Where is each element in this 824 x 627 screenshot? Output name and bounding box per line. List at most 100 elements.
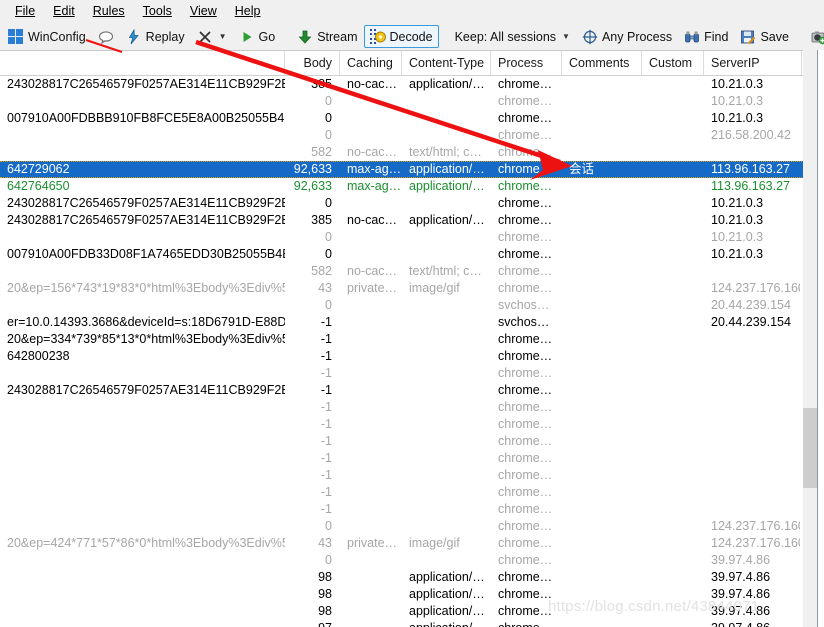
cell-body: 0 xyxy=(325,196,332,210)
cell-server_ip: 216.58.200.42 xyxy=(711,128,791,142)
menu-item-help-label: Help xyxy=(234,4,261,18)
cell-process: chrome… xyxy=(498,213,553,227)
remove-button[interactable]: ▼ xyxy=(191,25,233,48)
table-row[interactable]: 0 chrome… 216.58.200.42 xyxy=(0,127,824,144)
cell-server_ip: 39.97.4.86 xyxy=(711,587,771,601)
menu-item-tools[interactable]: Tools xyxy=(134,1,181,21)
cell-body: 385 xyxy=(311,77,332,91)
column-header-custom[interactable]: Custom xyxy=(642,51,704,75)
column-header-comments[interactable]: Comments xyxy=(562,51,642,75)
stream-button[interactable]: Stream xyxy=(291,25,363,48)
cell-process: chrome… xyxy=(498,519,553,533)
cell-content_type: application/… xyxy=(409,604,485,618)
camera-add-icon xyxy=(811,29,824,45)
cell-process: chrome… xyxy=(498,111,553,125)
table-row[interactable]: -1 chrome… xyxy=(0,433,824,450)
menu-item-edit[interactable]: Edit xyxy=(44,1,84,21)
keep-sessions-dropdown[interactable]: Keep: All sessions ▼ xyxy=(449,25,576,48)
table-row[interactable]: -1 chrome… xyxy=(0,416,824,433)
cell-url: 20&ep=334*739*85*13*0*html%3Ebody%3Ediv%… xyxy=(7,332,285,346)
table-row[interactable]: 642800238 -1 chrome… xyxy=(0,348,824,365)
table-row[interactable]: 642764650 92,633 max-ag… application/… chrom… xyxy=(0,178,824,195)
table-row[interactable]: 0 chrome… 10.21.0.3 xyxy=(0,93,824,110)
binoculars-icon xyxy=(684,29,700,45)
cell-body: 0 xyxy=(325,128,332,142)
cell-server_ip: 124.237.176.160 xyxy=(711,281,800,295)
cell-url: 007910A00FDBBB910FB8FCE5E8A00B25055B4BDE… xyxy=(7,111,285,125)
column-header-body[interactable]: Body xyxy=(285,51,340,75)
table-row[interactable]: 243028817C26546579F0257AE314E11CB929F2BC… xyxy=(0,76,824,93)
table-row[interactable]: 582 no-cac… text/html; c… chrome… xyxy=(0,263,824,280)
table-row[interactable]: 0 chrome… 39.97.4.86 xyxy=(0,552,824,569)
decode-button[interactable]: Decode xyxy=(363,25,439,48)
comment-button[interactable] xyxy=(92,25,120,48)
any-process-button[interactable]: Any Process xyxy=(576,25,678,48)
table-row[interactable]: -1 chrome… xyxy=(0,450,824,467)
table-row[interactable]: -1 chrome… xyxy=(0,484,824,501)
table-row[interactable]: 642729062 92,633 max-ag… application/… chrom… xyxy=(0,161,824,178)
cell-caching: max-ag… xyxy=(347,179,402,193)
menu-item-file[interactable]: File xyxy=(6,1,44,21)
cell-url: 243028817C26546579F0257AE314E11CB929F2BC… xyxy=(7,383,285,397)
column-header-url[interactable] xyxy=(0,51,285,75)
table-row[interactable]: er=10.0.14393.3686&deviceId=s:18D6791D-E… xyxy=(0,314,824,331)
cell-body: 43 xyxy=(318,536,332,550)
table-row[interactable]: 582 no-cac… text/html; c… chrome… xyxy=(0,144,824,161)
table-row[interactable]: -1 chrome… xyxy=(0,501,824,518)
table-row[interactable]: 0 chrome… 10.21.0.3 xyxy=(0,229,824,246)
column-header-serverip[interactable]: ServerIP xyxy=(704,51,800,75)
menu-item-view[interactable]: View xyxy=(181,1,226,21)
cell-process: svchos… xyxy=(498,298,550,312)
cell-content_type: image/gif xyxy=(409,281,460,295)
table-row[interactable]: -1 chrome… xyxy=(0,467,824,484)
table-row[interactable]: 007910A00FDBBB910FB8FCE5E8A00B25055B4BDE… xyxy=(0,110,824,127)
cell-body: 0 xyxy=(325,247,332,261)
table-row[interactable]: 20&ep=334*739*85*13*0*html%3Ebody%3Ediv%… xyxy=(0,331,824,348)
vertical-scrollbar[interactable] xyxy=(803,50,818,627)
winconfig-label: WinConfig xyxy=(28,29,86,44)
winconfig-button[interactable]: WinConfig xyxy=(2,25,92,48)
cell-server_ip: 124.237.176.160 xyxy=(711,536,800,550)
menu-item-rules[interactable]: Rules xyxy=(84,1,134,21)
go-button[interactable]: Go xyxy=(233,25,282,48)
table-row[interactable]: 98 application/… chrome… 39.97.4.86 xyxy=(0,603,824,620)
table-row[interactable]: 0 chrome… 124.237.176.160 xyxy=(0,518,824,535)
keep-sessions-label: Keep: All sessions xyxy=(454,29,557,44)
column-header-process[interactable]: Process xyxy=(491,51,562,75)
cell-body: -1 xyxy=(320,366,332,380)
cell-process: chrome… xyxy=(498,536,553,550)
save-button[interactable]: Save xyxy=(734,25,795,48)
table-row[interactable]: 20&ep=156*743*19*83*0*html%3Ebody%3Ediv%… xyxy=(0,280,824,297)
cell-process: chrome… xyxy=(498,553,553,567)
table-row[interactable]: 98 application/… chrome… 39.97.4.86 xyxy=(0,569,824,586)
replay-button[interactable]: Replay xyxy=(120,25,191,48)
cell-server_ip: 10.21.0.3 xyxy=(711,196,764,210)
table-row[interactable]: 97 application/…chrome… 39.97.4.86 xyxy=(0,620,824,627)
table-row[interactable]: 243028817C26546579F0257AE314E11CB929F2BC… xyxy=(0,195,824,212)
table-row[interactable]: -1 chrome… xyxy=(0,399,824,416)
column-header-caching[interactable]: Caching xyxy=(340,51,402,75)
keep-dropdown-caret-icon[interactable]: ▼ xyxy=(562,32,570,41)
menu-item-file-label: File xyxy=(15,4,36,18)
remove-dropdown-caret-icon[interactable]: ▼ xyxy=(219,32,227,41)
cell-url: 642800238 xyxy=(7,349,70,363)
sessions-grid[interactable]: 243028817C26546579F0257AE314E11CB929F2BC… xyxy=(0,76,824,627)
snapshot-button[interactable] xyxy=(805,25,824,48)
menu-item-help[interactable]: Help xyxy=(226,1,270,21)
table-row[interactable]: 20&ep=424*771*57*86*0*html%3Ebody%3Ediv%… xyxy=(0,535,824,552)
cell-caching: no-cac… xyxy=(347,145,398,159)
go-play-icon xyxy=(239,29,255,45)
table-row[interactable]: 243028817C26546579F0257AE314E11CB929F2BC… xyxy=(0,382,824,399)
table-row[interactable]: 243028817C26546579F0257AE314E11CB929F2BC… xyxy=(0,212,824,229)
column-header-content-type[interactable]: Content-Type xyxy=(402,51,491,75)
cell-body: -1 xyxy=(320,332,332,346)
find-button[interactable]: Find xyxy=(678,25,734,48)
cell-body: 98 xyxy=(318,587,332,601)
scrollbar-thumb[interactable] xyxy=(803,408,818,488)
table-row[interactable]: 0 svchos… 20.44.239.154 xyxy=(0,297,824,314)
cell-process: chrome… xyxy=(498,451,553,465)
table-row[interactable]: 98 application/… chrome… 39.97.4.86 xyxy=(0,586,824,603)
table-row[interactable]: -1 chrome… xyxy=(0,365,824,382)
table-row[interactable]: 007910A00FDB33D08F1A7465EDD30B25055B4BDE… xyxy=(0,246,824,263)
cell-body: 0 xyxy=(325,298,332,312)
